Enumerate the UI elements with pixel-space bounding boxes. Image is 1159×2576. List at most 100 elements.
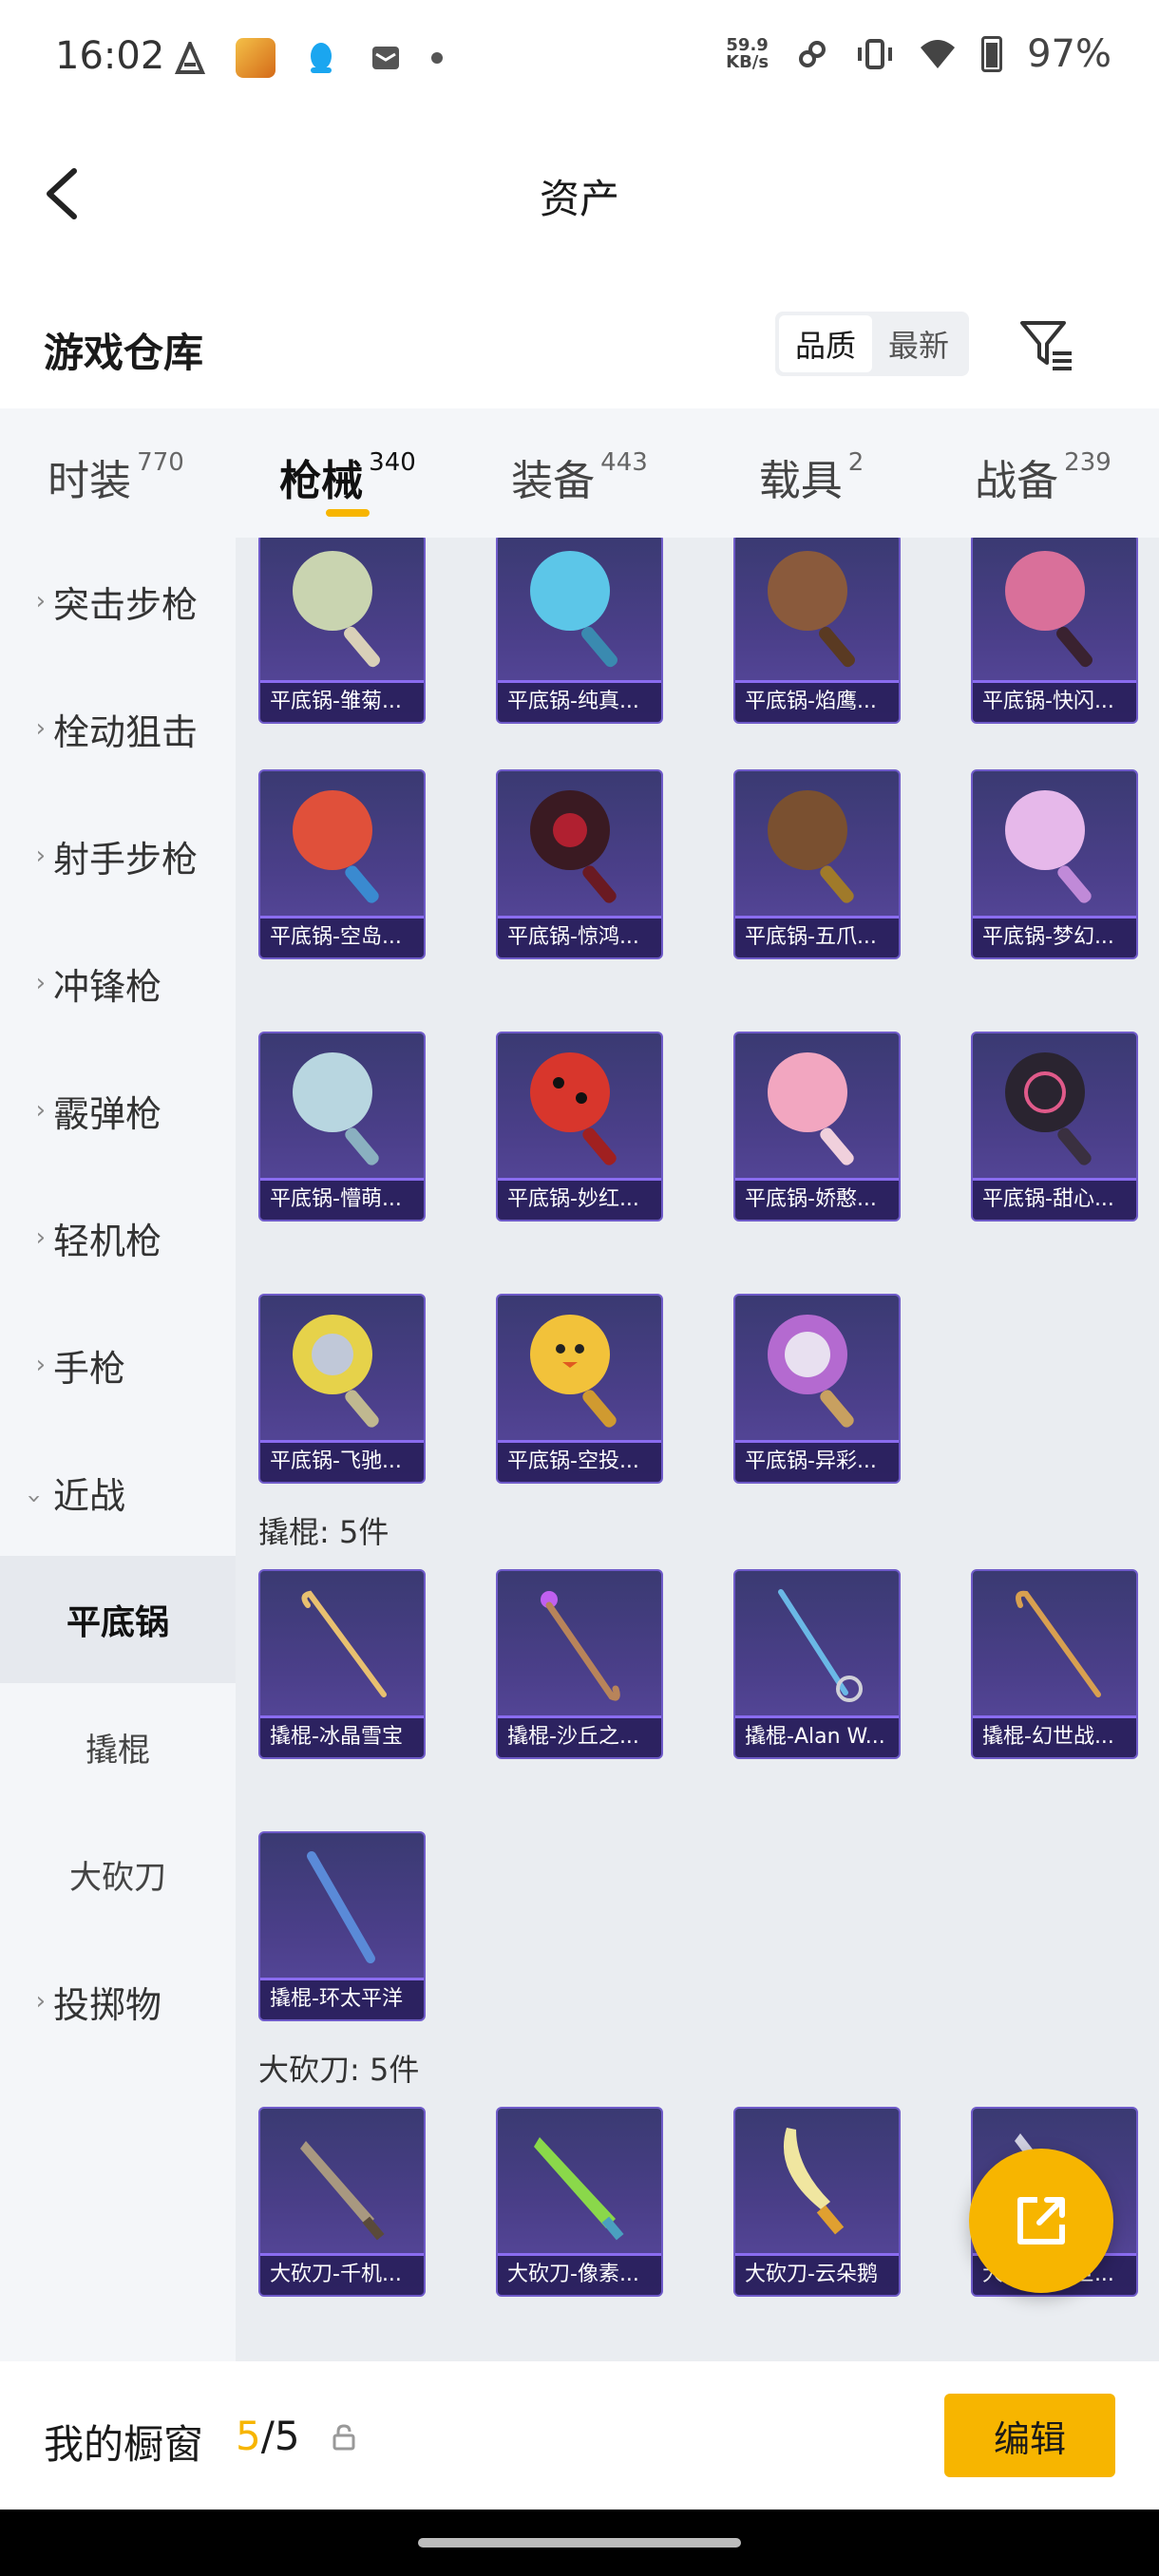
more-notifications-dot	[431, 52, 443, 64]
chevron-right-icon: ›	[35, 714, 46, 743]
frying-pan-icon	[768, 1052, 854, 1165]
net-speed: 59.9 KB/s	[726, 35, 770, 72]
tab-equipment[interactable]: 装备 443	[464, 408, 695, 538]
chevron-right-icon: ›	[35, 1351, 46, 1379]
sort-quality-button[interactable]: 品质	[779, 315, 872, 372]
weapon-category-sidebar: › 突击步枪 › 栓动狙击 › 射手步枪 › 冲锋枪 › 霰弹枪 › 轻机枪 › 手枪 › 近战…	[0, 538, 236, 2361]
frying-pan-icon	[768, 1315, 854, 1428]
item-card[interactable]: 平底锅-空投...	[496, 1294, 663, 1484]
item-card[interactable]: 平底锅-空岛...	[258, 769, 426, 959]
item-name: 平底锅-空岛...	[260, 916, 424, 957]
sidebar-item-pistol[interactable]: › 手枪	[0, 1301, 236, 1429]
filter-icon	[1020, 321, 1072, 370]
page-title: 资产	[539, 176, 619, 222]
item-card[interactable]: 平底锅-娇憨...	[733, 1032, 901, 1222]
item-name: 平底锅-空投...	[498, 1440, 661, 1482]
item-card[interactable]: 大砍刀-千机...	[258, 2107, 426, 2297]
item-name: 平底锅-妙红...	[498, 1178, 661, 1220]
tab-vehicles[interactable]: 载具 2	[695, 408, 927, 538]
item-name: 平底锅-异彩...	[735, 1440, 899, 1482]
item-card[interactable]: 平底锅-懵萌...	[258, 1032, 426, 1222]
item-name: 平底锅-飞驰...	[260, 1440, 424, 1482]
sidebar-subitem-pan[interactable]: 平底锅	[0, 1556, 236, 1683]
item-card[interactable]: 撬棍-环太平洋	[258, 1831, 426, 2021]
chevron-right-icon: ›	[35, 587, 46, 616]
item-card[interactable]: 平底锅-纯真...	[496, 538, 663, 724]
item-name: 撬棍-冰晶雪宝	[260, 1715, 424, 1757]
item-card[interactable]: 撬棍-沙丘之...	[496, 1569, 663, 1759]
frying-pan-icon	[530, 551, 618, 668]
item-name: 平底锅-梦幻...	[973, 916, 1136, 957]
sidebar-subitem-machete[interactable]: 大砍刀	[0, 1810, 236, 1938]
chevron-right-icon: ›	[35, 1223, 46, 1252]
item-name: 平底锅-快闪...	[973, 680, 1136, 722]
sidebar-item-marksman-rifle[interactable]: › 射手步枪	[0, 792, 236, 919]
item-card[interactable]: 平底锅-焰鹰...	[733, 538, 901, 724]
item-card[interactable]: 平底锅-飞驰...	[258, 1294, 426, 1484]
crowbar-section-label: 撬棍: 5件	[258, 1514, 390, 1550]
game-app-icon	[236, 38, 276, 78]
crowbar-icon	[778, 1589, 863, 1702]
sidebar-item-throwables[interactable]: › 投掷物	[0, 1938, 236, 2065]
item-name: 平底锅-焰鹰...	[735, 680, 899, 722]
item-name: 大砍刀-千机...	[260, 2253, 424, 2295]
tab-fashion[interactable]: 时装 770	[0, 408, 232, 538]
frying-pan-icon	[1005, 1052, 1092, 1165]
item-name: 平底锅-懵萌...	[260, 1178, 424, 1220]
wifi-icon	[919, 35, 957, 73]
home-gesture-handle[interactable]	[418, 2538, 741, 2548]
link-icon	[793, 35, 831, 73]
sort-toggle: 品质 最新	[775, 312, 969, 376]
item-card[interactable]: 平底锅-甜心...	[971, 1032, 1138, 1222]
sidebar-item-assault-rifle[interactable]: › 突击步枪	[0, 538, 236, 665]
frying-pan-icon	[1005, 551, 1092, 668]
item-card[interactable]: 撬棍-冰晶雪宝	[258, 1569, 426, 1759]
sidebar-item-bolt-sniper[interactable]: › 栓动狙击	[0, 665, 236, 792]
chevron-right-icon: ›	[35, 1987, 46, 2016]
filter-button[interactable]	[1016, 315, 1075, 374]
sidebar-item-smg[interactable]: › 冲锋枪	[0, 919, 236, 1047]
sidebar-item-lmg[interactable]: › 轻机枪	[0, 1174, 236, 1301]
status-time: 16:02	[55, 34, 165, 78]
machete-section-label: 大砍刀: 5件	[258, 2052, 420, 2088]
edit-button[interactable]: 编辑	[944, 2394, 1115, 2477]
system-nav-bar	[0, 2510, 1159, 2576]
sidebar-item-melee[interactable]: › 近战	[0, 1429, 236, 1556]
warehouse-title: 游戏仓库	[44, 330, 204, 376]
machete-icon	[534, 2137, 624, 2241]
qq-icon	[302, 39, 340, 77]
sidebar-item-shotgun[interactable]: › 霰弹枪	[0, 1047, 236, 1174]
item-name: 平底锅-甜心...	[973, 1178, 1136, 1220]
item-card[interactable]: 平底锅-五爪...	[733, 769, 901, 959]
sort-newest-button[interactable]: 最新	[872, 315, 965, 372]
tab-active-indicator	[326, 509, 370, 517]
item-name: 大砍刀-像素...	[498, 2253, 661, 2295]
share-button[interactable]	[969, 2149, 1113, 2293]
item-card[interactable]: 平底锅-雏菊...	[258, 538, 426, 724]
crowbar-icon	[307, 1851, 375, 1963]
item-name: 平底锅-惊鸿...	[498, 916, 661, 957]
showcase-count: 5/5	[236, 2413, 300, 2459]
item-card[interactable]: 平底锅-梦幻...	[971, 769, 1138, 959]
item-name: 大砍刀-云朵鹅	[735, 2253, 899, 2295]
chevron-right-icon: ›	[35, 842, 46, 870]
item-card[interactable]: 平底锅-妙红...	[496, 1032, 663, 1222]
frying-pan-icon	[530, 1315, 617, 1428]
share-external-icon	[1017, 2197, 1065, 2245]
item-card[interactable]: 大砍刀-云朵鹅	[733, 2107, 901, 2297]
chevron-down-icon: ›	[20, 1493, 48, 1504]
item-card[interactable]: 大砍刀-像素...	[496, 2107, 663, 2297]
inbox-icon	[367, 39, 405, 77]
tab-tactical[interactable]: 战备 239	[927, 408, 1159, 538]
item-name: 撬棍-环太平洋	[260, 1978, 424, 2019]
frying-pan-icon	[530, 790, 617, 903]
item-card[interactable]: 平底锅-快闪...	[971, 538, 1138, 724]
showcase-bar: 我的橱窗 5/5 编辑	[0, 2361, 1159, 2510]
sidebar-subitem-crowbar[interactable]: 撬棍	[0, 1683, 236, 1810]
item-card[interactable]: 撬棍-幻世战...	[971, 1569, 1138, 1759]
item-card[interactable]: 平底锅-惊鸿...	[496, 769, 663, 959]
item-card[interactable]: 平底锅-异彩...	[733, 1294, 901, 1484]
item-card[interactable]: 撬棍-Alan W...	[733, 1569, 901, 1759]
frying-pan-icon	[768, 551, 855, 668]
tab-firearms[interactable]: 枪械 340	[232, 408, 464, 538]
